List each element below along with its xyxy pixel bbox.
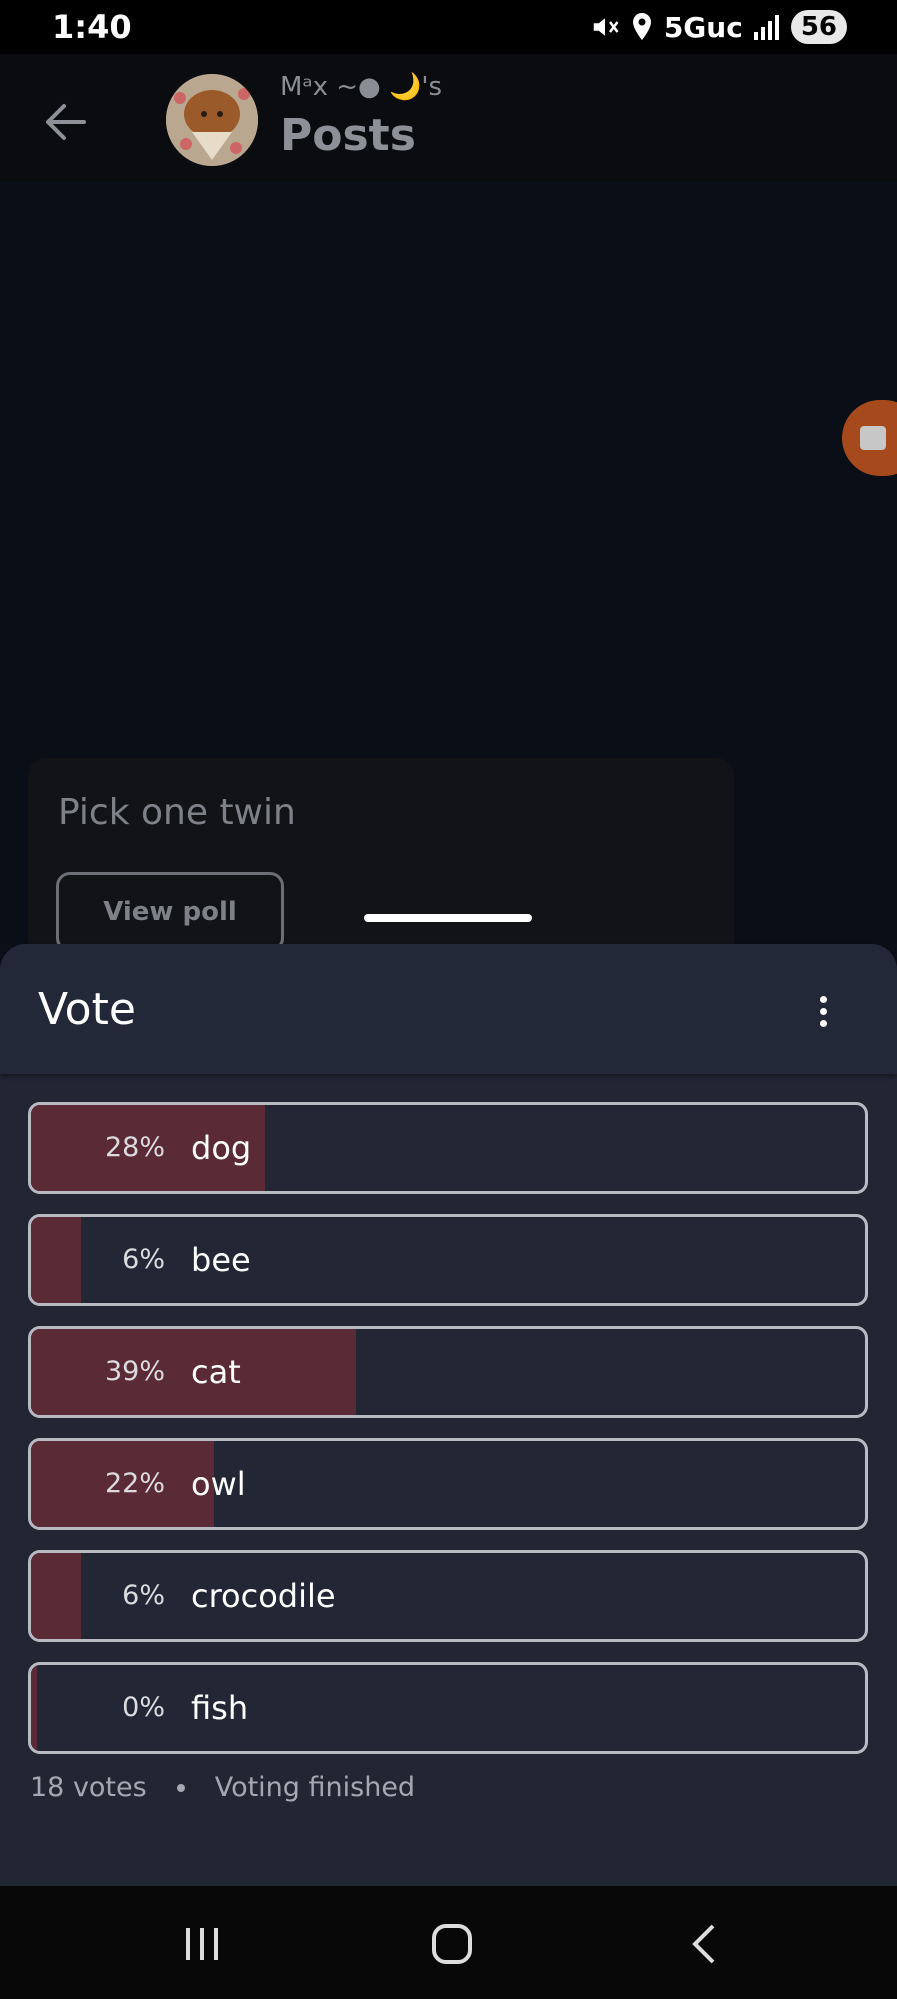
network-label: 5Guc bbox=[663, 10, 743, 44]
system-nav-bar bbox=[0, 1886, 897, 1999]
signal-icon bbox=[753, 14, 781, 40]
poll-option[interactable]: 6% bee bbox=[28, 1214, 868, 1306]
page-title: Posts bbox=[280, 110, 416, 161]
poll-option-percent: 22% bbox=[104, 1468, 165, 1499]
mute-icon bbox=[590, 12, 620, 42]
vote-count: 18 votes bbox=[30, 1772, 147, 1803]
poll-option-percent: 39% bbox=[104, 1356, 165, 1387]
avatar[interactable] bbox=[166, 74, 258, 166]
poll-option-label: dog bbox=[191, 1129, 252, 1167]
poll-option[interactable]: 6% crocodile bbox=[28, 1550, 868, 1642]
poll-option-percent: 0% bbox=[122, 1692, 165, 1723]
poll-option-label: cat bbox=[191, 1353, 241, 1391]
poll-option-percent: 6% bbox=[122, 1580, 165, 1611]
post-card[interactable]: Pick one twin View poll bbox=[28, 758, 734, 958]
more-options-button[interactable] bbox=[808, 986, 838, 1036]
post-title: Pick one twin bbox=[58, 792, 296, 833]
nav-back-button[interactable] bbox=[674, 1916, 734, 1972]
app-header: Mᵃx ~● 🌙's Posts bbox=[0, 54, 897, 182]
status-time: 1:40 bbox=[52, 8, 132, 46]
back-chevron-icon bbox=[692, 1924, 715, 1964]
location-icon bbox=[630, 12, 654, 42]
screen: 1:40 5Guc 56 Mᵃx ~● 🌙's Posts Pick one t… bbox=[0, 0, 897, 1999]
voting-status: Voting finished bbox=[214, 1772, 416, 1803]
poll-option[interactable]: 22% owl bbox=[28, 1438, 868, 1530]
battery-level: 56 bbox=[790, 10, 847, 44]
poll-option[interactable]: 28% dog bbox=[28, 1102, 868, 1194]
video-icon bbox=[860, 426, 886, 450]
sheet-header: Vote bbox=[0, 944, 897, 1074]
poll-footer: 18 votes Voting finished bbox=[30, 1772, 415, 1803]
more-vertical-icon bbox=[819, 995, 827, 1003]
poll-option-percent: 28% bbox=[104, 1132, 165, 1163]
poll-option[interactable]: 0% fish bbox=[28, 1662, 868, 1754]
poll-option-label: crocodile bbox=[191, 1577, 336, 1615]
back-button[interactable] bbox=[38, 94, 94, 150]
sheet-title: Vote bbox=[38, 984, 136, 1035]
home-icon bbox=[432, 1924, 472, 1964]
header-subtitle: Mᵃx ~● 🌙's bbox=[280, 72, 443, 102]
sheet-drag-handle[interactable] bbox=[364, 914, 532, 922]
status-icons: 5Guc 56 bbox=[590, 10, 847, 44]
status-bar: 1:40 5Guc 56 bbox=[0, 0, 897, 54]
separator-dot bbox=[176, 1783, 185, 1792]
poll-options: 28% dog 6% bee 39% cat 22% owl 6% crocod… bbox=[28, 1102, 868, 1774]
poll-option[interactable]: 39% cat bbox=[28, 1326, 868, 1418]
recent-apps-icon bbox=[186, 1928, 218, 1960]
arrow-left-icon bbox=[46, 104, 86, 140]
recent-apps-button[interactable] bbox=[172, 1916, 232, 1972]
poll-option-label: fish bbox=[191, 1689, 249, 1727]
view-poll-button[interactable]: View poll bbox=[56, 872, 284, 952]
home-button[interactable] bbox=[422, 1916, 482, 1972]
poll-option-percent: 6% bbox=[122, 1244, 165, 1275]
poll-option-label: owl bbox=[191, 1465, 246, 1503]
poll-option-label: bee bbox=[191, 1241, 251, 1279]
vote-sheet: Vote 28% dog 6% bee 39% cat 22% owl 6% c… bbox=[0, 944, 897, 1886]
